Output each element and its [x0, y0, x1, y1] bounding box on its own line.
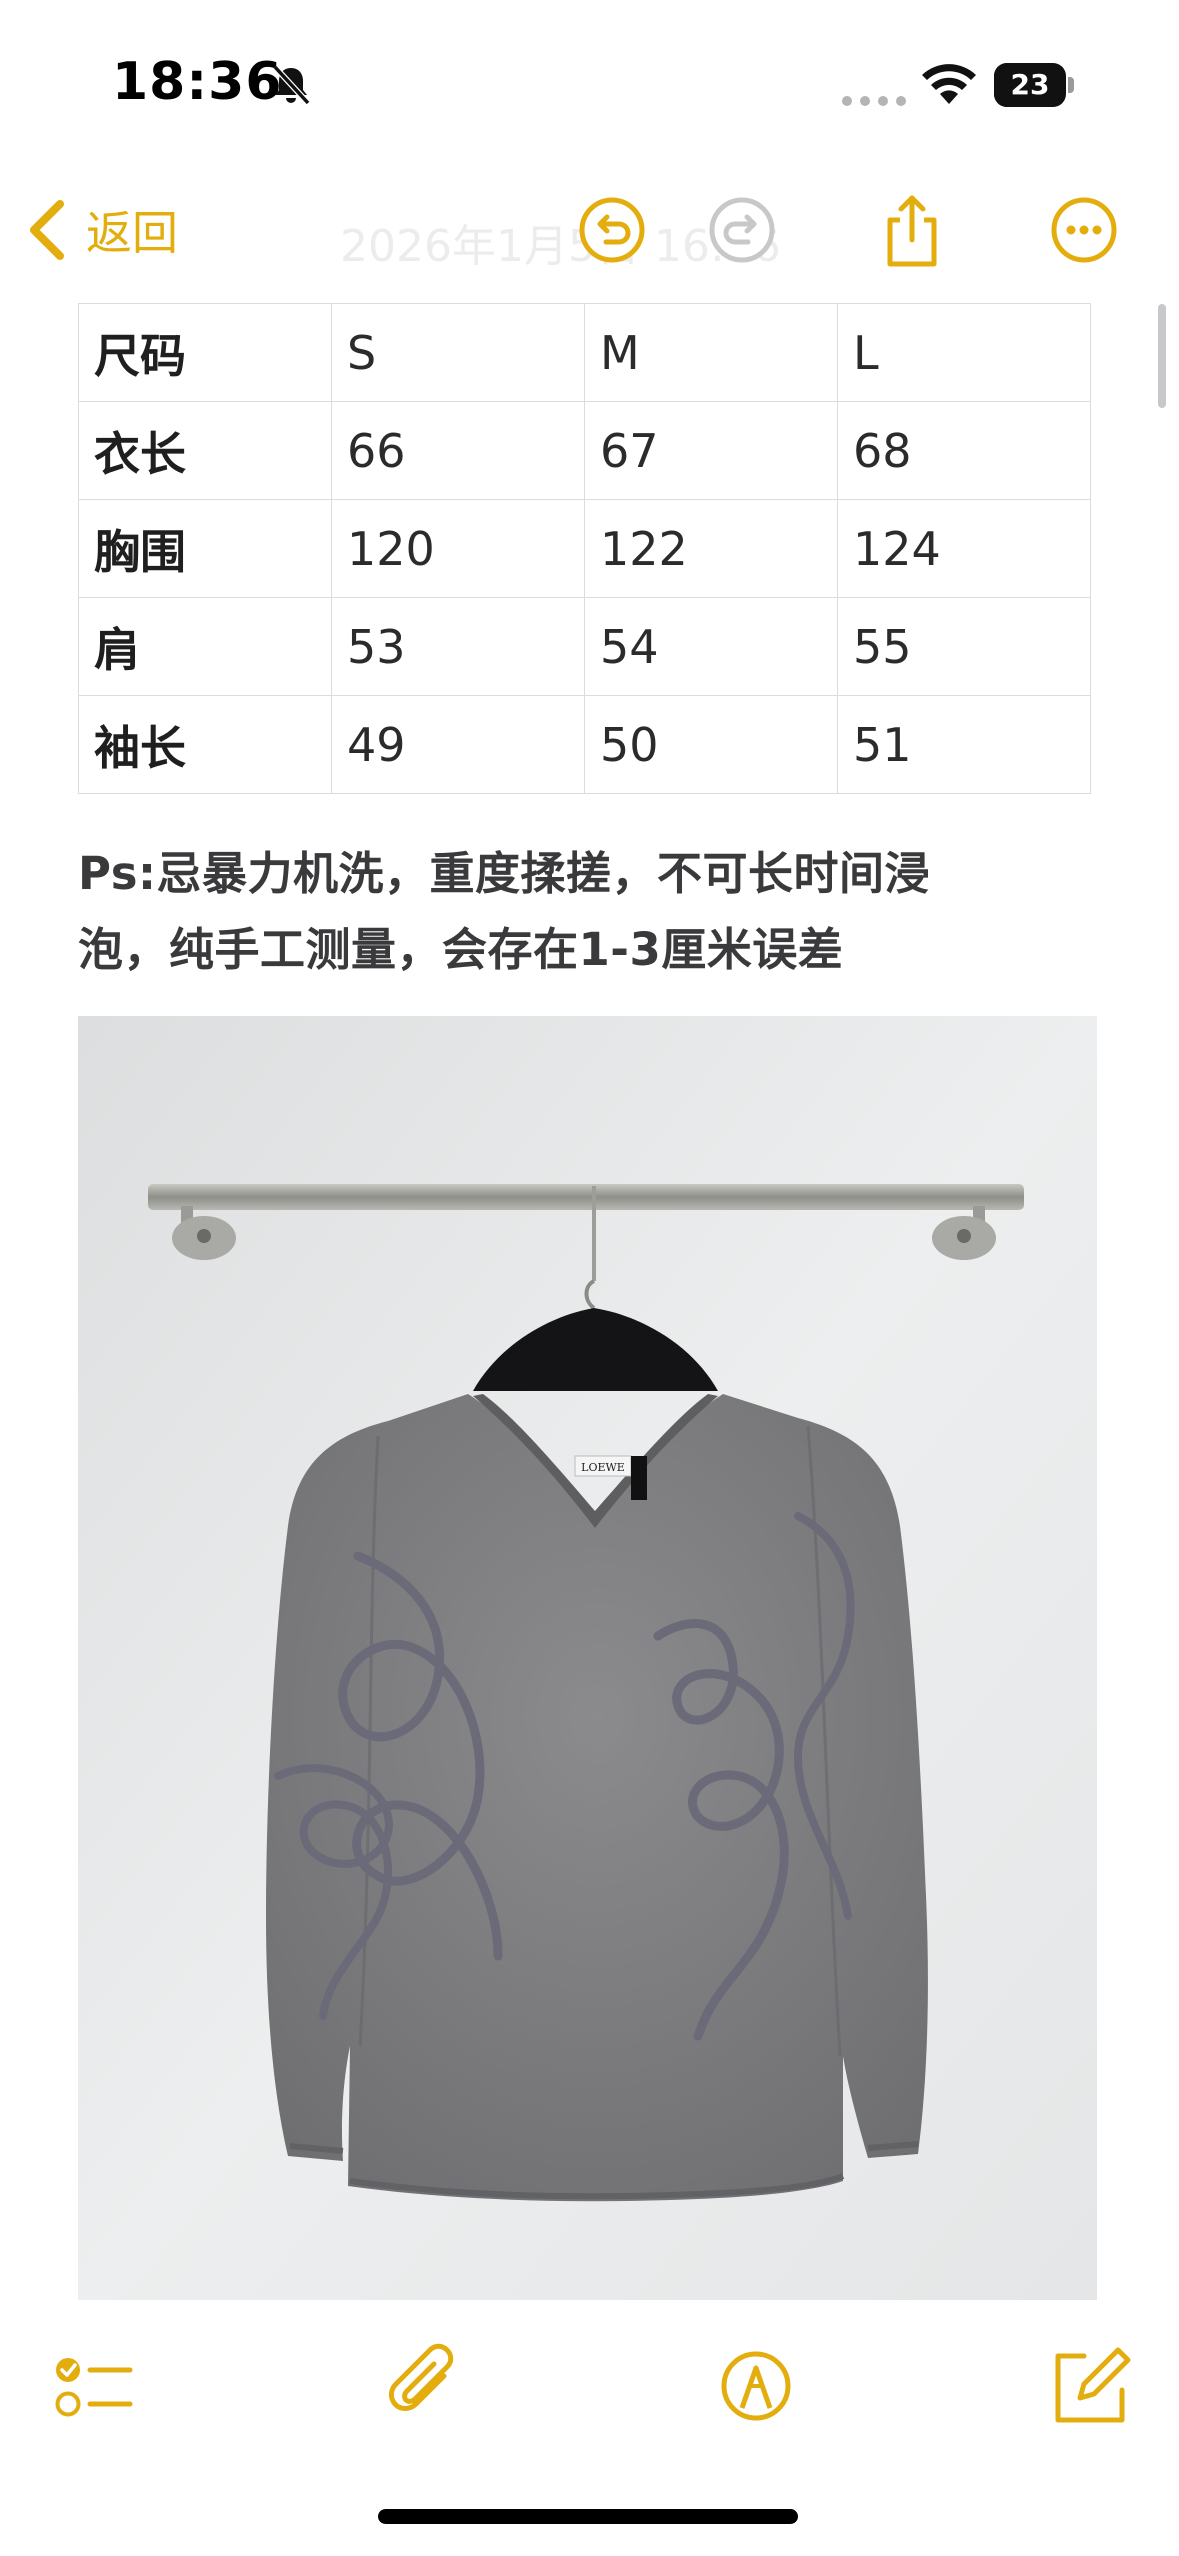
brand-label: LOEWE [581, 1461, 625, 1474]
undo-icon [579, 197, 645, 263]
scroll-indicator[interactable] [1158, 304, 1166, 408]
redo-icon [709, 197, 775, 263]
table-cell[interactable]: 胸围 [78, 499, 332, 598]
table-cell[interactable]: 120 [331, 499, 585, 598]
table-cell[interactable]: 55 [837, 597, 1091, 696]
nav-bar: 返回 2026年1月5日 16:36 [0, 170, 1179, 290]
sweater-photo[interactable]: LOEWE [78, 1016, 1097, 2300]
compose-icon [1055, 2347, 1131, 2423]
bottom-toolbar [0, 2330, 1179, 2450]
table-row: 尺码 S M L [78, 303, 1091, 402]
battery-icon: 23 [994, 63, 1074, 107]
attachment-button[interactable] [378, 2338, 474, 2434]
table-cell[interactable]: 49 [331, 695, 585, 794]
table-cell[interactable]: 67 [584, 401, 838, 500]
home-indicator[interactable] [378, 2509, 798, 2524]
more-button[interactable] [1042, 188, 1126, 272]
table-cell[interactable]: M [584, 303, 838, 402]
share-icon [887, 195, 937, 267]
table-cell[interactable]: 122 [584, 499, 838, 598]
undo-button[interactable] [570, 188, 654, 272]
wifi-icon [920, 60, 978, 106]
table-cell[interactable]: 51 [837, 695, 1091, 794]
table-cell[interactable]: 肩 [78, 597, 332, 696]
table-row: 胸围 120 122 124 [78, 499, 1091, 598]
table-row: 肩 53 54 55 [78, 597, 1091, 696]
note-line: 泡，纯手工测量，会存在1-3厘米误差 [78, 923, 844, 976]
chevron-left-icon [30, 200, 64, 260]
back-label: 返回 [86, 206, 178, 260]
table-cell[interactable]: 尺码 [78, 303, 332, 402]
battery-percent: 23 [1010, 68, 1050, 101]
table-cell[interactable]: L [837, 303, 1091, 402]
table-cell[interactable]: 53 [331, 597, 585, 696]
compose-button[interactable] [1040, 2338, 1136, 2434]
checklist-button[interactable] [44, 2338, 140, 2434]
table-cell[interactable]: 124 [837, 499, 1091, 598]
status-time: 18:36 [112, 52, 283, 112]
table-cell[interactable]: 衣长 [78, 401, 332, 500]
note-line: Ps:忌暴力机洗，重度揉搓，不可长时间浸 [78, 847, 930, 900]
markup-icon [721, 2351, 791, 2421]
table-cell[interactable]: 袖长 [78, 695, 332, 794]
more-icon [1051, 197, 1117, 263]
table-cell[interactable]: 54 [584, 597, 838, 696]
table-cell[interactable]: 50 [584, 695, 838, 794]
table-cell[interactable]: S [331, 303, 585, 402]
checklist-icon [55, 2358, 133, 2417]
signal-dots-icon [842, 96, 906, 106]
table-cell[interactable]: 68 [837, 401, 1091, 500]
markup-button[interactable] [708, 2338, 804, 2434]
paperclip-icon [388, 2343, 454, 2411]
table-row: 袖长 49 50 51 [78, 695, 1091, 794]
note-text[interactable]: Ps:忌暴力机洗，重度揉搓，不可长时间浸 泡，纯手工测量，会存在1-3厘米误差 [78, 836, 1098, 988]
bell-slash-icon [268, 62, 314, 108]
back-button[interactable]: 返回 [24, 192, 178, 268]
table-row: 衣长 66 67 68 [78, 401, 1091, 500]
table-cell[interactable]: 66 [331, 401, 585, 500]
status-bar: 18:36 23 [0, 0, 1179, 170]
redo-button[interactable] [700, 188, 784, 272]
size-table: 尺码 S M L 衣长 66 67 68 胸围 120 122 124 肩 53… [78, 303, 1091, 794]
share-button[interactable] [870, 188, 954, 272]
